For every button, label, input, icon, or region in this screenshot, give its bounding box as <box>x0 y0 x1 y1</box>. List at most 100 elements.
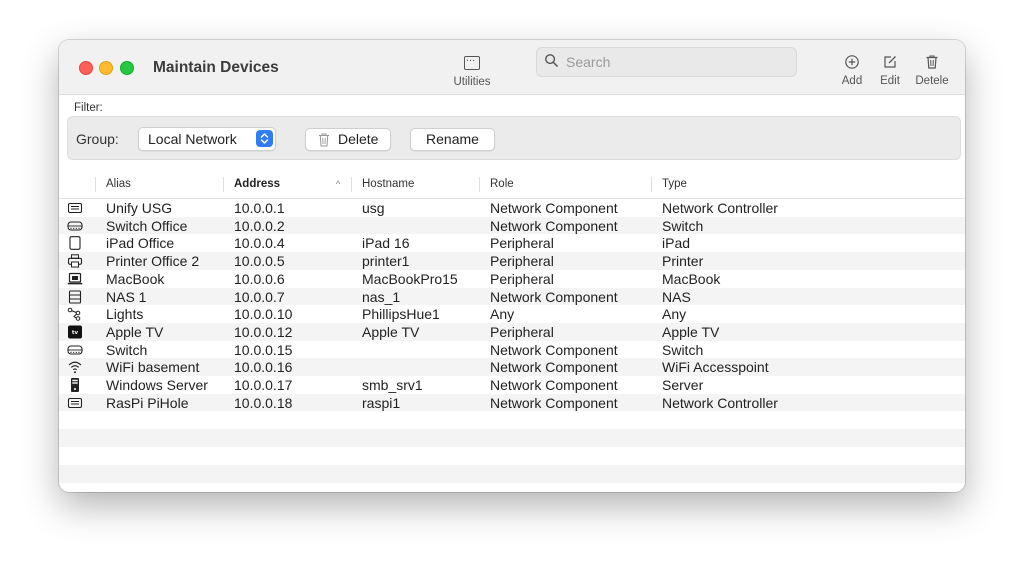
window-title: Maintain Devices <box>153 59 279 76</box>
column-alias[interactable]: Alias <box>106 178 131 190</box>
cell-address: 10.0.0.2 <box>234 217 285 234</box>
cell-alias: Windows Server <box>106 377 208 393</box>
cell-alias: Apple TV <box>106 323 164 340</box>
cell-address: 10.0.0.10 <box>234 306 293 323</box>
cell-hostname: iPad 16 <box>362 235 410 252</box>
cell-address: 10.0.0.6 <box>234 270 285 287</box>
cell-alias: RasPi PiHole <box>106 394 189 411</box>
cell-role: Network Component <box>490 377 618 393</box>
cell-alias: Switch Office <box>106 217 188 234</box>
cell-role: Network Component <box>490 200 618 216</box>
plus-circle-icon <box>845 55 859 69</box>
filter-box: Group: Local Network Delete Rename <box>67 116 961 160</box>
delete-toolbar-label: Detele <box>915 75 949 87</box>
cell-role: Network Component <box>490 288 618 305</box>
column-address[interactable]: Address <box>234 178 280 190</box>
printer-icon <box>67 254 83 268</box>
cell-address: 10.0.0.4 <box>234 235 285 252</box>
minimize-button[interactable] <box>99 61 113 75</box>
filter-label: Filter: <box>74 102 103 114</box>
table-row[interactable]: tv Apple TV 10.0.0.12 Apple TV Peripheral App… <box>59 322 965 341</box>
zoom-button[interactable] <box>120 61 134 75</box>
cell-type: Apple TV <box>662 323 720 340</box>
cell-address: 10.0.0.5 <box>234 253 285 270</box>
edit-button[interactable]: Edit <box>873 52 907 87</box>
macbook-icon <box>67 272 83 286</box>
cell-alias: NAS 1 <box>106 288 147 305</box>
add-button[interactable]: Add <box>835 52 869 87</box>
table-row[interactable]: Lights 10.0.0.10 PhillipsHue1 Any Any <box>59 305 965 323</box>
utilities-button[interactable]: Utilities <box>442 52 502 88</box>
cell-hostname: nas_1 <box>362 288 401 305</box>
group-label: Group: <box>76 131 119 147</box>
cell-role: Network Component <box>490 359 618 376</box>
cell-address: 10.0.0.16 <box>234 359 293 376</box>
table-row[interactable]: Switch 10.0.0.15 Network Component Switch <box>59 341 965 359</box>
cell-role: Any <box>490 306 515 323</box>
cell-type: Network Controller <box>662 394 778 411</box>
empty-row <box>59 464 965 483</box>
controller-icon <box>67 201 83 215</box>
table-row[interactable]: WiFi basement 10.0.0.16 Network Component W… <box>59 358 965 376</box>
ipad-icon <box>67 236 83 251</box>
table-row[interactable]: Switch Office 10.0.0.2 Network Component Sw… <box>59 216 965 235</box>
search-field[interactable] <box>536 47 797 77</box>
search-icon <box>545 54 558 67</box>
table-row[interactable]: iPad Office 10.0.0.4 iPad 16 Peripheral iPad <box>59 234 965 252</box>
trash-icon <box>319 133 329 147</box>
group-select[interactable]: Local Network <box>138 127 276 151</box>
cell-address: 10.0.0.15 <box>234 341 293 358</box>
cell-address: 10.0.0.18 <box>234 394 293 411</box>
cell-address: 10.0.0.1 <box>234 200 285 216</box>
cell-role: Peripheral <box>490 270 554 287</box>
delete-toolbar-button[interactable]: Detele <box>911 52 953 87</box>
cell-type: Server <box>662 377 704 393</box>
table-row[interactable]: Unify USG 10.0.0.1 usg Network Component Net… <box>59 199 965 217</box>
server-icon <box>67 378 83 392</box>
cell-type: Switch <box>662 217 704 234</box>
nas-icon <box>67 289 83 304</box>
switch-icon <box>67 343 83 357</box>
wifi-icon <box>67 360 83 374</box>
table-row[interactable]: MacBook 10.0.0.6 MacBookPro15 Peripheral Mac… <box>59 270 965 288</box>
column-role[interactable]: Role <box>490 178 514 190</box>
table-row[interactable]: RasPi PiHole 10.0.0.18 raspi1 Network Compo… <box>59 393 965 412</box>
close-button[interactable] <box>79 61 93 75</box>
cell-type: Any <box>662 306 687 323</box>
cell-address: 10.0.0.7 <box>234 288 285 305</box>
lights-icon <box>67 307 83 321</box>
svg-text:tv: tv <box>72 330 79 336</box>
cell-alias: Switch <box>106 341 148 358</box>
search-input[interactable] <box>564 51 788 73</box>
utilities-label: Utilities <box>453 76 491 88</box>
column-hostname[interactable]: Hostname <box>362 178 414 190</box>
cell-type: iPad <box>662 235 691 252</box>
ellipsis-icon <box>464 52 480 70</box>
controller-icon <box>67 396 83 410</box>
cell-role: Network Component <box>490 341 618 358</box>
delete-group-button[interactable]: Delete <box>305 128 391 151</box>
cell-hostname: Apple TV <box>362 323 420 340</box>
cell-role: Network Component <box>490 217 618 234</box>
delete-group-label: Delete <box>338 131 379 147</box>
cell-type: Network Controller <box>662 200 778 216</box>
edit-icon <box>884 56 896 68</box>
cell-role: Peripheral <box>490 235 554 252</box>
cell-role: Peripheral <box>490 253 554 270</box>
trash-icon <box>926 55 938 69</box>
cell-alias: Printer Office 2 <box>106 253 200 270</box>
cell-role: Peripheral <box>490 323 554 340</box>
table-row[interactable]: Windows Server 10.0.0.17 smb_srv1 Network C… <box>59 376 965 394</box>
cell-role: Network Component <box>490 394 618 411</box>
table-row[interactable]: Printer Office 2 10.0.0.5 printer1 Peripher… <box>59 252 965 270</box>
cell-hostname: PhillipsHue1 <box>362 306 440 323</box>
empty-row <box>59 429 965 448</box>
table-header: Alias Address ^ Hostname Role Type <box>59 170 965 199</box>
column-type[interactable]: Type <box>662 178 687 190</box>
chevron-up-down-icon <box>256 130 273 147</box>
maintain-devices-window: Maintain Devices Utilities Add <box>59 40 965 492</box>
table-row[interactable]: NAS 1 10.0.0.7 nas_1 Network Component NAS <box>59 287 965 306</box>
cell-type: WiFi Accesspoint <box>662 359 769 376</box>
rename-group-button[interactable]: Rename <box>410 128 495 151</box>
cell-hostname: smb_srv1 <box>362 377 423 393</box>
